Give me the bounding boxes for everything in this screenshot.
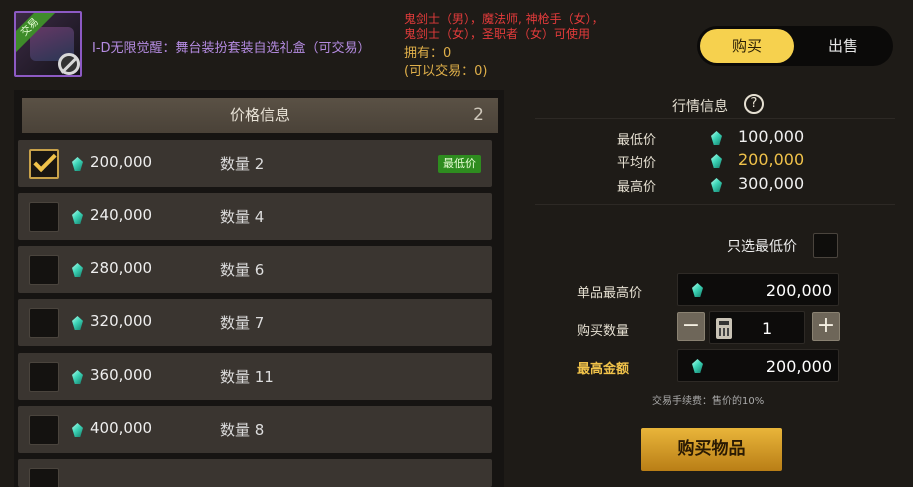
gem-icon [692,359,703,373]
highest-price-value: 300,000 [738,174,805,193]
average-price-label: 平均价 [617,156,657,171]
average-price-value: 200,000 [738,150,805,169]
price-header: 价格信息 2 [22,98,498,133]
quantity-label: 购买数量 [577,324,630,339]
gem-icon [711,131,722,145]
max-unit-price-value: 200,000 [765,281,832,300]
max-unit-price-input[interactable]: 200,000 [677,273,839,306]
lowest-price-label: 最低价 [617,133,657,148]
gem-icon [72,263,83,277]
lowest-only-label: 只选最低价 [727,239,797,255]
row-price: 200,000 [90,153,153,171]
buy-items-button[interactable]: 购买物品 [641,428,782,471]
quantity-value: 1 [762,319,773,338]
gem-icon [692,283,703,297]
row-checkbox[interactable] [29,468,59,487]
price-row[interactable]: 400,000 数量 8 [18,406,492,453]
quantity-increase-button[interactable]: + [812,312,840,341]
row-checkbox[interactable] [29,362,59,392]
row-price: 400,000 [90,419,153,437]
row-checkbox[interactable] [29,148,59,179]
fee-note: 交易手续费：售价的10% [652,396,765,407]
gem-icon [711,178,722,192]
quantity-input[interactable]: 1 [709,311,805,344]
price-row[interactable]: 240,000 数量 4 [18,193,492,240]
row-quantity: 数量 7 [220,314,265,332]
help-icon[interactable]: ? [744,94,764,114]
owned-count: 拥有：0 [404,46,452,61]
max-total-value: 200,000 [765,357,832,376]
gem-icon [711,154,722,168]
row-quantity: 数量 6 [220,261,265,279]
buy-sell-tabs: 购买 出售 [697,26,893,66]
row-checkbox[interactable] [29,255,59,285]
job-requirement: 鬼剑士（男），魔法师, 神枪手（女）， 鬼剑士（女），圣职者（女）可使用 [404,12,604,41]
divider [535,204,895,205]
row-price: 240,000 [90,206,153,224]
row-quantity: 数量 2 [220,155,265,173]
item-icon[interactable]: 交易 [14,11,82,77]
tab-sell[interactable]: 出售 [796,29,890,63]
max-unit-price-label: 单品最高价 [577,286,643,301]
row-price: 320,000 [90,312,153,330]
row-checkbox[interactable] [29,308,59,338]
max-total-label: 最高金额 [577,362,630,377]
row-checkbox[interactable] [29,202,59,232]
calculator-icon[interactable] [716,318,732,339]
gem-icon [72,210,83,224]
price-row-partial[interactable] [18,459,492,487]
gem-icon [72,157,83,171]
checkmark-icon [33,148,57,173]
gem-icon [72,316,83,330]
gem-icon [72,370,83,384]
price-row[interactable]: 360,000 数量 11 [18,353,492,400]
row-quantity: 数量 4 [220,208,265,226]
lowest-only-checkbox[interactable] [813,233,838,258]
price-header-title: 价格信息 [229,106,290,124]
lowest-price-value: 100,000 [738,127,805,146]
row-quantity: 数量 8 [220,421,265,439]
price-row[interactable]: 200,000 数量 2 最低价 [18,140,492,187]
row-price: 360,000 [90,366,153,384]
market-info-title: 行情信息 [672,99,728,115]
row-price: 280,000 [90,259,153,277]
price-header-count: 2 [473,105,484,125]
quantity-decrease-button[interactable]: − [677,312,705,341]
row-checkbox[interactable] [29,415,59,445]
price-row[interactable]: 320,000 数量 7 [18,299,492,346]
price-list-panel: 价格信息 2 200,000 数量 2 最低价 240,000 数量 4 280… [14,90,504,487]
row-quantity: 数量 11 [220,368,274,386]
tradable-count: (可以交易：0) [404,64,488,79]
item-name: I-D无限觉醒：舞台装扮套装自选礼盒（可交易） [92,41,371,56]
max-total-field: 200,000 [677,349,839,382]
price-row[interactable]: 280,000 数量 6 [18,246,492,293]
highest-price-label: 最高价 [617,180,657,195]
lowest-price-badge: 最低价 [438,155,481,173]
divider [535,118,895,119]
prohibited-icon [58,53,80,75]
tab-buy[interactable]: 购买 [700,29,794,63]
gem-icon [72,423,83,437]
